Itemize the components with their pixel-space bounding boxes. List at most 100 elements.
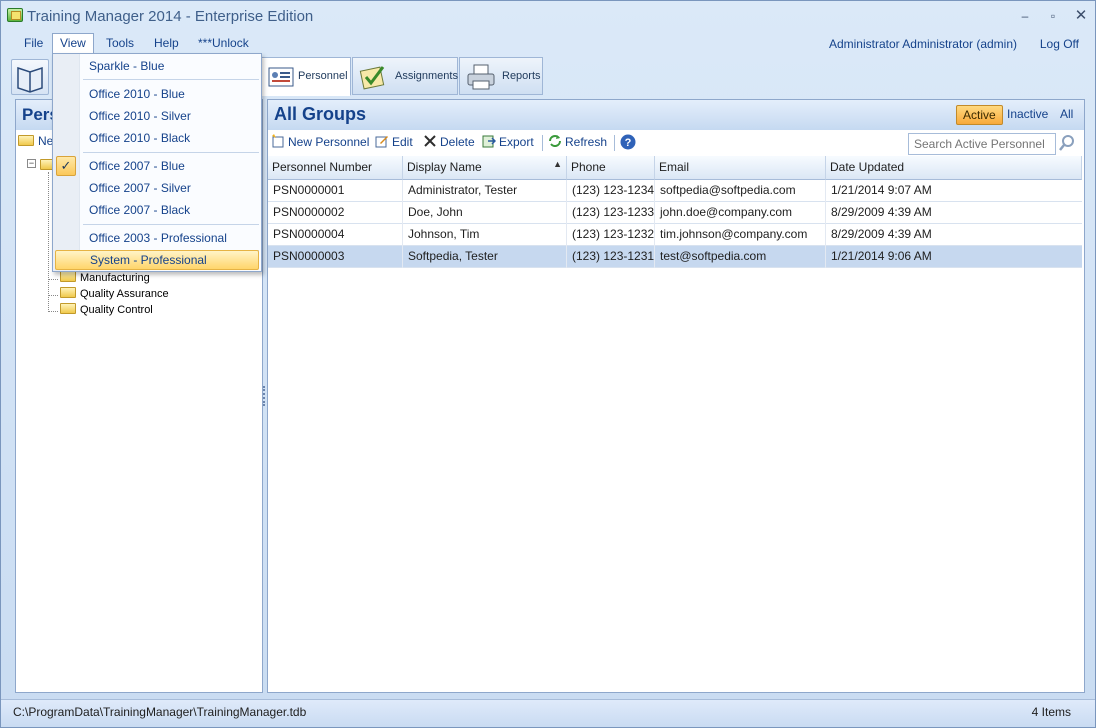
cell-email: john.doe@company.com [655,202,826,224]
menu-tools[interactable]: Tools [99,33,141,55]
assignments-check-icon [359,66,385,90]
folder-icon [60,303,76,314]
printer-icon [467,64,495,90]
menu-file[interactable]: File [17,33,50,55]
tab-personnel-label: Personnel [298,70,348,82]
cell-phone: (123) 123-1231 [567,246,655,268]
menu-unlock-trial[interactable]: ***Unlock Trial mode*** [191,33,256,92]
sort-ascending-icon: ▲ [553,159,562,169]
cell-email: tim.johnson@company.com [655,224,826,246]
close-icon[interactable]: ✕ [1071,8,1091,24]
delete-button[interactable]: Delete [423,134,475,152]
export-icon [482,135,496,148]
tree-item-quality-control[interactable]: Quality Control [60,303,153,319]
cell-display-name: Johnson, Tim [403,224,567,246]
personnel-header: All Groups Active Inactive All [268,100,1084,130]
current-user: Administrator Administrator (admin) [828,37,1017,51]
refresh-label: Refresh [565,135,608,149]
search-icon [1059,135,1074,151]
menu-view[interactable]: View [52,33,94,55]
cell-display-name: Softpedia, Tester [403,246,567,268]
status-bar: C:\ProgramData\TrainingManager\TrainingM… [1,699,1095,727]
page-title: All Groups [274,104,367,124]
panel-splitter[interactable] [263,386,265,406]
table-row[interactable]: PSN0000004 Johnson, Tim (123) 123-1232 t… [268,224,1082,246]
database-path: C:\ProgramData\TrainingManager\TrainingM… [13,705,307,719]
refresh-button[interactable]: Refresh [548,134,607,152]
app-window: Training Manager 2014 - Enterprise Editi… [0,0,1096,728]
edit-label: Edit [392,135,413,149]
cell-number: PSN0000001 [268,180,403,202]
folder-icon [60,287,76,298]
cell-phone: (123) 123-1233 [567,202,655,224]
checkmark-icon: ✓ [56,156,76,176]
table-row[interactable]: PSN0000002 Doe, John (123) 123-1233 john… [268,202,1082,224]
new-personnel-icon [272,134,284,148]
menu-item-office2010-blue[interactable]: Office 2010 - Blue [81,84,259,104]
tree-item-quality-assurance[interactable]: Quality Assurance [60,287,169,303]
cell-email: softpedia@softpedia.com [655,180,826,202]
column-header-date-updated[interactable]: Date Updated [826,156,1082,180]
column-header-number[interactable]: Personnel Number [268,156,403,180]
app-icon [7,8,23,22]
menu-item-office2010-silver[interactable]: Office 2010 - Silver [81,106,259,126]
training-book-button[interactable] [11,59,49,95]
tab-reports-label: Reports [502,70,541,82]
cell-number: PSN0000002 [268,202,403,224]
filter-inactive[interactable]: Inactive [1001,105,1054,125]
menu-item-office2007-blue[interactable]: Office 2007 - Blue [81,156,259,176]
tree-item-label: Quality Control [80,304,153,316]
menu-separator [83,224,259,225]
minimize-icon[interactable]: ‒ [1015,8,1035,24]
menu-item-office2003-professional[interactable]: Office 2003 - Professional [81,228,259,248]
maximize-icon[interactable]: ▫ [1043,8,1063,24]
tree-collapse-icon[interactable]: − [27,159,36,168]
tab-reports[interactable]: Reports [459,57,543,95]
table-row[interactable]: PSN0000001 Administrator, Tester (123) 1… [268,180,1082,202]
menu-separator [83,79,259,80]
filter-all[interactable]: All [1054,105,1079,125]
search-input[interactable] [908,133,1056,155]
book-icon [17,66,43,93]
delete-icon [424,135,436,147]
table-row-selected[interactable]: PSN0000003 Softpedia, Tester (123) 123-1… [268,246,1082,268]
menu-separator [83,152,259,153]
help-button[interactable]: ? [620,134,636,152]
column-header-phone[interactable]: Phone [567,156,655,180]
search-button[interactable] [1058,134,1078,154]
tab-assignments-label: Assignments [395,70,458,82]
column-header-display-name[interactable]: Display Name ▲ [403,156,567,180]
column-header-label: Display Name [407,160,482,174]
tree-connector [48,295,58,296]
cell-number: PSN0000004 [268,224,403,246]
cell-display-name: Administrator, Tester [403,180,567,202]
cell-number: PSN0000003 [268,246,403,268]
tree-item-label: Manufacturing [80,272,150,284]
menu-item-sparkle-blue[interactable]: Sparkle - Blue [81,56,259,76]
cell-phone: (123) 123-1234 [567,180,655,202]
export-button[interactable]: Export [482,134,534,152]
menu-help[interactable]: Help [147,33,186,55]
menu-item-office2007-black[interactable]: Office 2007 - Black [81,200,259,220]
tree-item-manufacturing[interactable]: Manufacturing [60,271,150,287]
menu-item-office2007-silver[interactable]: Office 2007 - Silver [81,178,259,198]
menu-item-system-professional[interactable]: System - Professional [55,250,259,270]
cell-phone: (123) 123-1232 [567,224,655,246]
personnel-panel: All Groups Active Inactive All New Perso… [267,99,1085,693]
tree-connector [48,311,58,312]
window-title: Training Manager 2014 - Enterprise Editi… [27,8,314,25]
filter-active[interactable]: Active [956,105,1003,125]
edit-button[interactable]: Edit [375,134,413,152]
view-menu-dropdown: Sparkle - Blue Office 2010 - Blue Office… [52,53,262,272]
logoff-link[interactable]: Log Off [1040,37,1079,51]
new-group-button[interactable]: Ne [18,134,53,148]
menu-item-office2010-black[interactable]: Office 2010 - Black [81,128,259,148]
column-header-email[interactable]: Email [655,156,826,180]
personnel-card-icon [268,67,294,87]
tab-personnel[interactable]: Personnel [261,57,351,96]
tree-connector [48,279,58,280]
tab-assignments[interactable]: Assignments [352,57,458,95]
new-personnel-button[interactable]: New Personnel [271,134,369,152]
toolbar-separator [542,135,543,151]
cell-date-updated: 8/29/2009 4:39 AM [831,227,932,241]
